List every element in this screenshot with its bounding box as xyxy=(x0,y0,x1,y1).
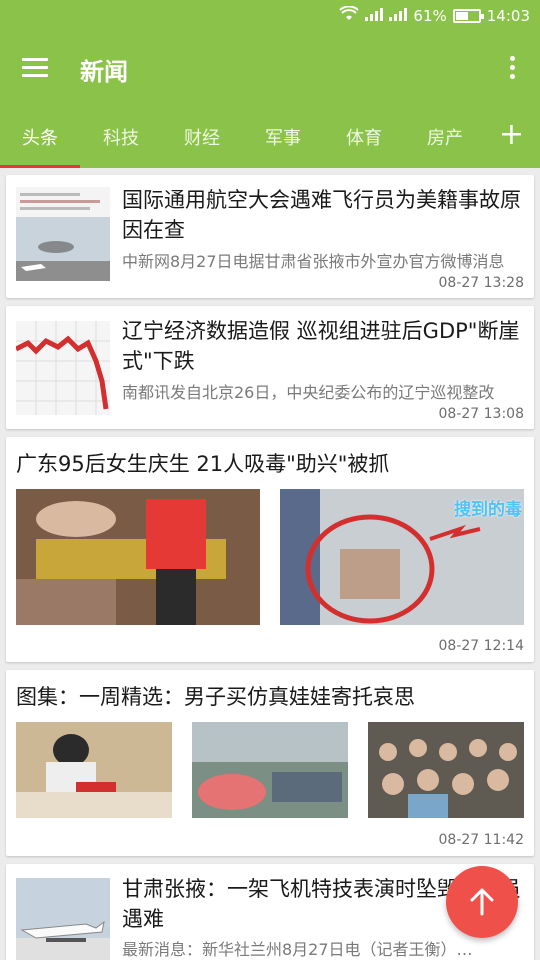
news-time: 08-27 13:28 xyxy=(438,275,524,291)
news-thumbnail xyxy=(16,878,110,960)
gallery-image xyxy=(192,722,348,818)
news-image: 搜到的毒 xyxy=(280,489,524,625)
arrow-up-icon xyxy=(470,888,494,916)
more-options-icon[interactable] xyxy=(510,56,516,80)
status-bar: 61% 14:03 xyxy=(0,0,540,32)
news-title: 广东95后女生庆生 21人吸毒"助兴"被抓 xyxy=(16,452,390,476)
news-thumbnail xyxy=(16,187,110,281)
wifi-icon xyxy=(339,5,360,26)
news-time: 08-27 11:42 xyxy=(438,832,524,848)
image-caption: 搜到的毒 xyxy=(454,500,522,520)
battery-percent: 61% xyxy=(413,7,447,25)
add-tab-icon[interactable]: + xyxy=(499,120,524,150)
news-card-4[interactable]: 图集：一周精选：男子买仿真娃娃寄托哀思 08-27 11:42 xyxy=(6,670,534,856)
news-summary: 中新网8月27日电据甘肃省张掖市外宣办官方微博消息 xyxy=(122,252,505,271)
news-title: 国际通用航空大会遇难飞行员为美籍事故原因在查 xyxy=(122,188,521,242)
tab-military[interactable]: 军事 xyxy=(253,124,313,150)
scroll-to-top-button[interactable] xyxy=(446,866,518,938)
tab-real-estate[interactable]: 房产 xyxy=(415,124,475,150)
news-card-2[interactable]: 辽宁经济数据造假 巡视组进驻后GDP"断崖式"下跌 南都讯发自北京26日，中央纪… xyxy=(6,306,534,429)
tab-sports[interactable]: 体育 xyxy=(334,124,394,150)
news-card-3[interactable]: 广东95后女生庆生 21人吸毒"助兴"被抓 搜到的毒 08-27 12:14 xyxy=(6,437,534,662)
news-title: 辽宁经济数据造假 巡视组进驻后GDP"断崖式"下跌 xyxy=(122,319,520,373)
news-thumbnail xyxy=(16,321,110,415)
news-summary: 南都讯发自北京26日，中央纪委公布的辽宁巡视整改 xyxy=(122,383,495,402)
active-tab-indicator xyxy=(0,165,80,168)
app-toolbar: 新闻 xyxy=(0,32,540,104)
page-title: 新闻 xyxy=(80,58,128,86)
tab-tech[interactable]: 科技 xyxy=(91,124,151,150)
tab-headlines[interactable]: 头条 xyxy=(10,124,70,150)
battery-icon xyxy=(452,9,484,23)
category-tabs: 头条 科技 财经 军事 体育 房产 + xyxy=(0,104,540,168)
news-summary: 最新消息：新华社兰州8月27日电（记者王衡）… xyxy=(122,940,473,959)
tab-finance[interactable]: 财经 xyxy=(172,124,232,150)
signal-icon-2 xyxy=(389,7,408,25)
signal-icon xyxy=(365,7,384,25)
clock: 14:03 xyxy=(486,7,530,25)
gallery-image xyxy=(16,722,172,818)
gallery-image xyxy=(368,722,524,818)
news-time: 08-27 12:14 xyxy=(438,638,524,654)
news-time: 08-27 13:08 xyxy=(438,406,524,422)
news-title: 图集：一周精选：男子买仿真娃娃寄托哀思 xyxy=(16,685,415,709)
menu-icon[interactable] xyxy=(22,58,48,78)
news-image xyxy=(16,489,260,625)
news-card-1[interactable]: 国际通用航空大会遇难飞行员为美籍事故原因在查 中新网8月27日电据甘肃省张掖市外… xyxy=(6,175,534,298)
